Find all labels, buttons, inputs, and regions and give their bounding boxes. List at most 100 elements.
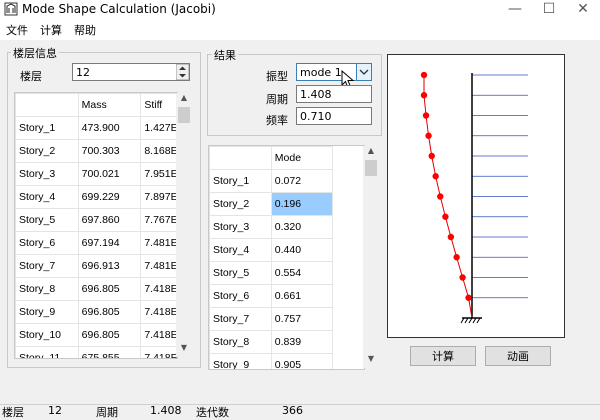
table-row[interactable]: Story_6697.1947.481E+05 xyxy=(15,231,177,255)
stiff-cell[interactable]: 7.418E+05 xyxy=(140,323,177,347)
stiff-cell[interactable]: 7.481E+05 xyxy=(140,254,177,278)
row-header[interactable]: Story_2 xyxy=(15,139,79,163)
row-header[interactable]: Story_3 xyxy=(15,162,79,186)
mode-cell[interactable]: 0.440 xyxy=(270,238,334,262)
row-header[interactable]: Story_5 xyxy=(209,261,272,285)
scroll-thumb[interactable] xyxy=(365,160,377,176)
row-header[interactable]: Story_7 xyxy=(209,307,272,331)
row-header[interactable]: Story_8 xyxy=(15,277,79,301)
mode-cell[interactable]: 0.757 xyxy=(270,307,334,331)
table-row[interactable]: Story_8 0.839 xyxy=(209,330,334,354)
table-row[interactable]: Story_9696.8057.418E+05 xyxy=(15,300,177,324)
table-corner xyxy=(15,93,79,117)
mass-cell[interactable]: 696.805 xyxy=(77,323,142,347)
table-row[interactable]: Story_3700.0217.951E+05 xyxy=(15,162,177,186)
row-header[interactable]: Story_6 xyxy=(209,284,272,308)
table-row[interactable]: Story_3 0.320 xyxy=(209,215,334,239)
mode-cell[interactable]: 0.554 xyxy=(270,261,334,285)
row-header[interactable]: Story_9 xyxy=(209,353,272,369)
animate-button[interactable]: 动画 xyxy=(485,346,551,366)
scroll-thumb[interactable] xyxy=(178,107,190,123)
row-header[interactable]: Story_1 xyxy=(15,116,79,140)
row-header[interactable]: Story_10 xyxy=(15,323,79,347)
stiff-cell[interactable]: 8.168E+05 xyxy=(140,139,177,163)
mode-node xyxy=(425,132,432,139)
stiff-cell[interactable]: 7.951E+05 xyxy=(140,162,177,186)
mass-cell[interactable]: 699.229 xyxy=(77,185,142,209)
floors-label: 楼层 xyxy=(20,70,42,83)
mass-cell[interactable]: 696.913 xyxy=(77,254,142,278)
mode-cell[interactable]: 0.196 xyxy=(270,192,334,216)
row-header[interactable]: Story_4 xyxy=(15,185,79,209)
mode-cell[interactable]: 0.905 xyxy=(270,353,334,369)
mode-table-scrollbar[interactable]: ▲ ▼ xyxy=(363,146,379,368)
minimize-button[interactable]: — xyxy=(498,0,532,20)
mode-node xyxy=(432,173,439,180)
table-row[interactable]: Story_6 0.661 xyxy=(209,284,334,308)
mass-cell[interactable]: 473.900 xyxy=(77,116,142,140)
spinner-icon[interactable] xyxy=(176,64,189,80)
menu-help[interactable]: 帮助 xyxy=(74,22,96,38)
table-row[interactable]: Story_8696.8057.418E+05 xyxy=(15,277,177,301)
mode-cell[interactable]: 0.072 xyxy=(270,169,334,193)
table-row[interactable]: Story_5697.8607.767E+05 xyxy=(15,208,177,232)
row-header[interactable]: Story_1 xyxy=(209,169,272,193)
row-header[interactable]: Story_6 xyxy=(15,231,79,255)
table-row[interactable]: Story_10696.8057.418E+05 xyxy=(15,323,177,347)
table-row[interactable]: Story_1 0.072 xyxy=(209,169,334,193)
menu-file[interactable]: 文件 xyxy=(6,22,28,38)
mass-cell[interactable]: 696.805 xyxy=(77,300,142,324)
menu-compute[interactable]: 计算 xyxy=(40,22,62,38)
mass-cell[interactable]: 697.194 xyxy=(77,231,142,255)
window-title: Mode Shape Calculation (Jacobi) xyxy=(22,2,216,16)
stiff-cell[interactable]: 7.767E+05 xyxy=(140,208,177,232)
mode-shape-line xyxy=(423,75,473,319)
compute-button[interactable]: 计算 xyxy=(410,346,476,366)
table-row[interactable]: Story_2 0.196 xyxy=(209,192,334,216)
floor-info-label: 楼层信息 xyxy=(11,45,59,61)
row-header[interactable]: Story_7 xyxy=(15,254,79,278)
mode-cell[interactable]: 0.839 xyxy=(270,330,334,354)
mass-cell[interactable]: 700.021 xyxy=(77,162,142,186)
results-label: 结果 xyxy=(212,47,238,63)
table-row[interactable]: Story_7 0.757 xyxy=(209,307,334,331)
row-header[interactable]: Story_2 xyxy=(209,192,272,216)
period-label: 周期 xyxy=(266,93,288,106)
floors-input[interactable]: 12 xyxy=(72,63,190,81)
stiff-cell[interactable]: 7.481E+05 xyxy=(140,231,177,255)
table-row[interactable]: Story_1473.9001.427E+06 xyxy=(15,116,177,140)
period-value: 1.408 xyxy=(300,88,332,101)
stiff-cell[interactable]: 7.897E+05 xyxy=(140,185,177,209)
table-row[interactable]: Story_9 0.905 xyxy=(209,353,334,369)
table-row[interactable]: Story_4699.2297.897E+05 xyxy=(15,185,177,209)
frequency-value: 0.710 xyxy=(300,110,332,123)
maximize-button[interactable]: ☐ xyxy=(532,0,566,20)
floor-table-scrollbar[interactable]: ▲ ▼ xyxy=(176,93,192,357)
row-header[interactable]: Story_11 xyxy=(15,346,79,358)
table-row[interactable]: Story_4 0.440 xyxy=(209,238,334,262)
row-header[interactable]: Story_3 xyxy=(209,215,272,239)
close-button[interactable]: ✕ xyxy=(566,0,600,20)
row-header[interactable]: Story_5 xyxy=(15,208,79,232)
row-header[interactable]: Story_4 xyxy=(209,238,272,262)
table-row[interactable]: Story_7696.9137.481E+05 xyxy=(15,254,177,278)
chevron-down-icon[interactable] xyxy=(356,63,372,81)
table-row[interactable]: Story_2700.3038.168E+05 xyxy=(15,139,177,163)
mode-cell[interactable]: 0.661 xyxy=(270,284,334,308)
row-header[interactable]: Story_8 xyxy=(209,330,272,354)
title-bar: Mode Shape Calculation (Jacobi) — ☐ ✕ xyxy=(0,0,600,20)
stiff-cell[interactable]: 7.418E+05 xyxy=(140,277,177,301)
mode-cell[interactable]: 0.320 xyxy=(270,215,334,239)
mode-shape-drawing xyxy=(420,71,528,324)
mass-cell[interactable]: 696.805 xyxy=(77,277,142,301)
stiff-cell[interactable]: 1.427E+06 xyxy=(140,116,177,140)
table-row[interactable]: Story_5 0.554 xyxy=(209,261,334,285)
mass-cell[interactable]: 675.855 xyxy=(77,346,142,358)
mass-cell[interactable]: 700.303 xyxy=(77,139,142,163)
stiff-cell[interactable]: 7.418E+05 xyxy=(140,300,177,324)
mass-cell[interactable]: 697.860 xyxy=(77,208,142,232)
row-header[interactable]: Story_9 xyxy=(15,300,79,324)
mode-node xyxy=(453,254,460,261)
table-row[interactable]: Story_11675.8557.418E+05 xyxy=(15,346,177,358)
stiff-cell[interactable]: 7.418E+05 xyxy=(140,346,177,358)
